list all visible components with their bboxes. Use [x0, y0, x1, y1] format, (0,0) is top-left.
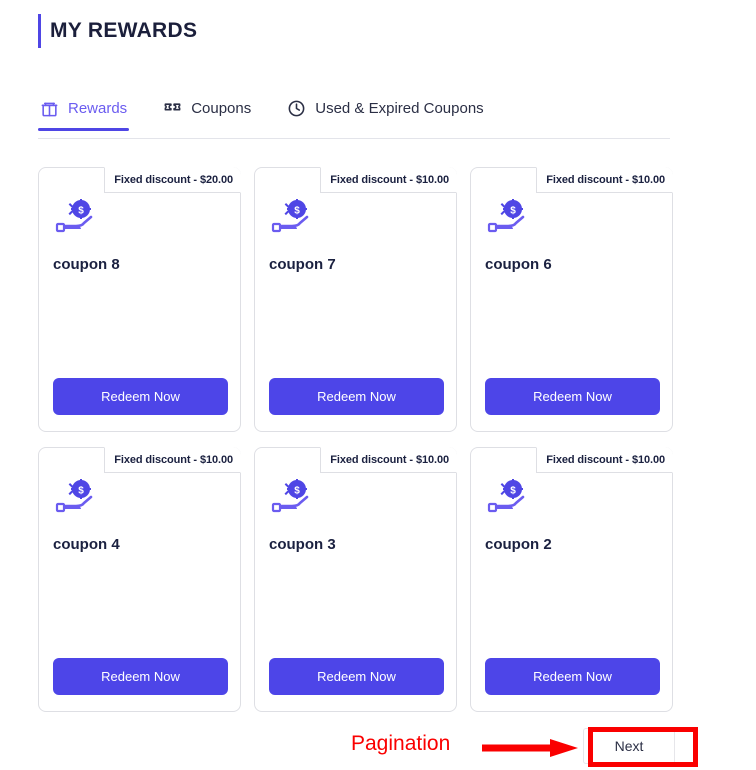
hand-holding-dollar-icon: $: [269, 199, 311, 242]
discount-badge: Fixed discount - $10.00: [320, 447, 457, 473]
tab-used-expired-coupons[interactable]: Used & Expired Coupons: [285, 95, 485, 130]
coupon-card[interactable]: Fixed discount - $10.00 $ coupon 2 Redee…: [470, 447, 673, 712]
annotation-arrow-icon: [482, 737, 580, 759]
next-page-button[interactable]: Next: [583, 728, 675, 764]
coupon-card[interactable]: Fixed discount - $20.00 $ coupon 8 Redee…: [38, 167, 241, 432]
coupon-title: coupon 2: [485, 536, 552, 553]
gift-box-icon: [40, 99, 59, 118]
page-header: MY REWARDS: [38, 14, 197, 48]
hand-holding-dollar-icon: $: [485, 479, 527, 522]
tab-coupons[interactable]: Coupons: [161, 95, 253, 130]
redeem-now-button[interactable]: Redeem Now: [485, 658, 660, 695]
coupon-card[interactable]: Fixed discount - $10.00 $ coupon 6 Redee…: [470, 167, 673, 432]
coupon-title: coupon 8: [53, 256, 120, 273]
hand-holding-dollar-icon: $: [485, 199, 527, 242]
clock-icon: [287, 99, 306, 118]
redeem-now-button[interactable]: Redeem Now: [485, 378, 660, 415]
coupon-title: coupon 7: [269, 256, 336, 273]
tab-active-underline: [38, 128, 130, 131]
svg-text:$: $: [78, 486, 84, 497]
tabs-bar: Rewards Coupons Used & Expired Coupons: [38, 95, 670, 139]
redeem-now-button[interactable]: Redeem Now: [53, 658, 228, 695]
redeem-now-button[interactable]: Redeem Now: [269, 378, 444, 415]
coupon-title: coupon 4: [53, 536, 120, 553]
tab-rewards[interactable]: Rewards: [38, 95, 130, 131]
annotation-label: Pagination: [351, 732, 451, 755]
discount-badge: Fixed discount - $10.00: [536, 447, 673, 473]
discount-badge: Fixed discount - $10.00: [320, 167, 457, 193]
title-accent-bar: [38, 14, 41, 48]
redeem-now-button[interactable]: Redeem Now: [269, 658, 444, 695]
svg-text:$: $: [510, 206, 516, 217]
page-title: MY REWARDS: [50, 19, 198, 42]
coupon-card[interactable]: Fixed discount - $10.00 $ coupon 4 Redee…: [38, 447, 241, 712]
discount-badge: Fixed discount - $20.00: [104, 167, 241, 193]
hand-holding-dollar-icon: $: [53, 479, 95, 522]
hand-holding-dollar-icon: $: [53, 199, 95, 242]
ticket-icon: [163, 99, 182, 118]
coupon-title: coupon 6: [485, 256, 552, 273]
coupon-cards-grid: Fixed discount - $20.00 $ coupon 8 Redee…: [38, 167, 675, 712]
coupon-title: coupon 3: [269, 536, 336, 553]
discount-badge: Fixed discount - $10.00: [104, 447, 241, 473]
coupon-card[interactable]: Fixed discount - $10.00 $ coupon 3 Redee…: [254, 447, 457, 712]
tab-rewards-label: Rewards: [68, 100, 128, 117]
coupon-card[interactable]: Fixed discount - $10.00 $ coupon 7 Redee…: [254, 167, 457, 432]
tab-used-expired-label: Used & Expired Coupons: [315, 100, 484, 117]
svg-text:$: $: [78, 206, 84, 217]
svg-text:$: $: [510, 486, 516, 497]
redeem-now-button[interactable]: Redeem Now: [53, 378, 228, 415]
discount-badge: Fixed discount - $10.00: [536, 167, 673, 193]
tab-coupons-label: Coupons: [191, 100, 252, 117]
svg-text:$: $: [294, 206, 300, 217]
svg-text:$: $: [294, 486, 300, 497]
hand-holding-dollar-icon: $: [269, 479, 311, 522]
